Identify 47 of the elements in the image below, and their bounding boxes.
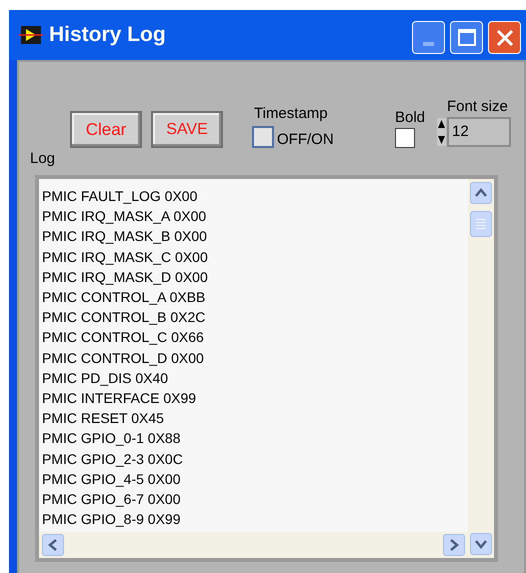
log-label: Log [30, 149, 56, 169]
log-line: PMIC GPIO_2-3 0X0C [42, 450, 183, 469]
left-chevron-icon [48, 539, 58, 551]
bold-label: Bold [395, 108, 426, 128]
save-button[interactable]: SAVE [151, 111, 223, 148]
scroll-left-button[interactable] [42, 534, 64, 556]
spin-arrows-icon[interactable] [437, 118, 446, 146]
down-chevron-icon [475, 539, 487, 549]
maximize-icon [458, 29, 476, 46]
timestamp-label: Timestamp [254, 104, 328, 124]
log-line: PMIC GPIO_6-7 0X00 [42, 490, 181, 510]
scroll-right-button[interactable] [443, 534, 465, 556]
log-line: PMIC INTERFACE 0X99 [42, 389, 196, 408]
minimize-icon [423, 42, 434, 46]
log-line: PMIC CONTROL_A 0XBB [42, 288, 206, 308]
close-button[interactable] [488, 21, 521, 54]
minimize-button[interactable] [412, 21, 445, 54]
scroll-down-button[interactable] [470, 533, 492, 555]
up-chevron-icon [475, 188, 487, 198]
log-line: PMIC CONTROL_D 0X00 [42, 348, 204, 368]
font-size-field[interactable]: 12 [447, 117, 511, 147]
log-line: PMIC RESET 0X45 [42, 409, 164, 428]
app-icon [19, 24, 43, 46]
timestamp-option-label: OFF/ON [277, 130, 334, 150]
log-line: PMIC GPIO_4-5 0X00 [42, 470, 181, 489]
right-chevron-icon [449, 539, 459, 551]
bold-checkbox[interactable] [395, 128, 415, 148]
font-size-label: Font size [447, 97, 508, 117]
timestamp-checkbox[interactable] [252, 126, 274, 148]
log-line: PMIC CONTROL_C 0X66 [42, 328, 204, 348]
clear-button[interactable]: Clear [70, 111, 142, 148]
log-line: PMIC GPIO_8-9 0X99 [42, 510, 181, 530]
log-line: PMIC IRQ_MASK_B 0X00 [42, 227, 207, 246]
scroll-thumb[interactable] [470, 211, 492, 237]
log-line: PMIC IRQ_MASK_A 0X00 [42, 207, 206, 226]
log-line: PMIC IRQ_MASK_D 0X00 [42, 268, 208, 287]
scroll-up-button[interactable] [470, 182, 492, 204]
log-line: PMIC GPIO_0-1 0X88 [42, 429, 181, 448]
maximize-button[interactable] [450, 21, 483, 54]
window-title: History Log [49, 22, 166, 48]
log-line: PMIC FAULT_LOG 0X00 [42, 187, 198, 206]
log-line: PMIC PD_DIS 0X40 [42, 368, 168, 388]
log-line: PMIC IRQ_MASK_C 0X00 [42, 248, 208, 267]
close-icon [496, 28, 514, 46]
log-line: PMIC CONTROL_B 0X2C [42, 308, 206, 328]
horizontal-scrollbar[interactable] [39, 532, 468, 558]
vertical-scrollbar[interactable] [468, 179, 494, 558]
